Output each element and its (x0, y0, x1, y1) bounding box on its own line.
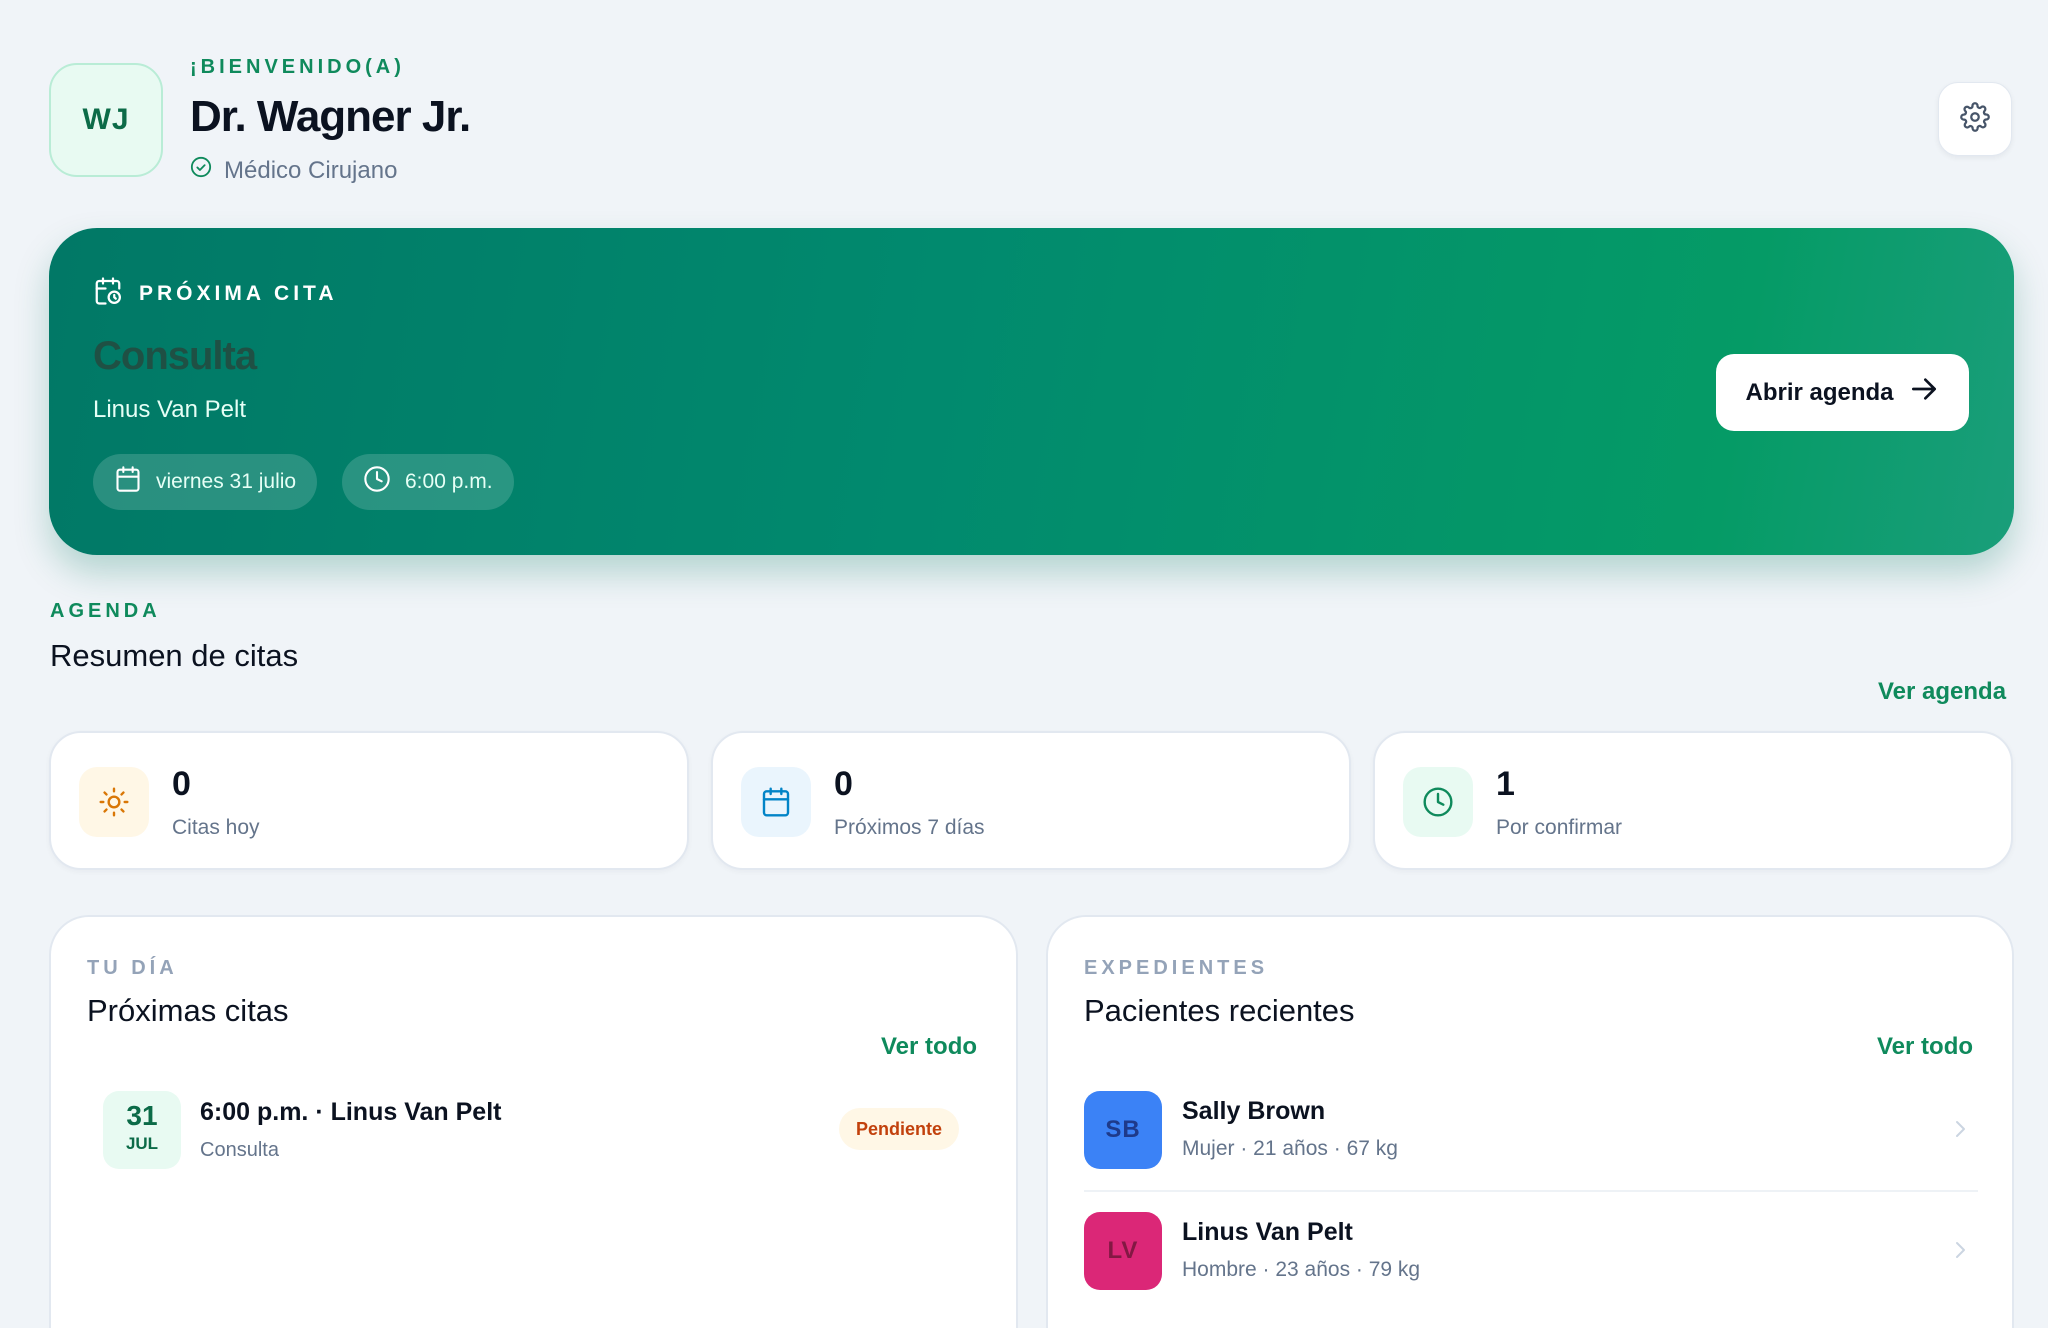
appointment-date: viernes 31 julio (156, 470, 297, 493)
day-section-title: Próximas citas (87, 993, 289, 1028)
day-section-label: TU DÍA (87, 957, 178, 979)
patient-meta: Mujer · 21 años · 67 kg (1182, 1137, 1398, 1160)
doctor-role-text: Médico Cirujano (224, 156, 398, 184)
appointment-type: Consulta (93, 334, 257, 378)
welcome-label: ¡BIENVENIDO(A) (190, 56, 405, 78)
patient-avatar: SB (1084, 1091, 1162, 1169)
agenda-section-title: Resumen de citas (50, 638, 299, 673)
next-appointment-header: PRÓXIMA CITA (93, 276, 338, 312)
settings-button[interactable] (1938, 82, 2012, 156)
view-all-patients-link[interactable]: Ver todo (1877, 1033, 1973, 1061)
status-badge: Pendiente (839, 1108, 960, 1150)
doctor-avatar: WJ (49, 63, 163, 177)
patient-list-item[interactable]: LV Linus Van Pelt Hombre · 23 años · 79 … (1084, 1212, 1978, 1328)
open-agenda-label: Abrir agenda (1745, 378, 1894, 406)
next-appointment-card: PRÓXIMA CITA Consulta Linus Van Pelt vie… (49, 228, 2014, 555)
patient-avatar: LV (1084, 1212, 1162, 1290)
stat-value: 0 (834, 765, 853, 803)
appointment-time-chip: 6:00 p.m. (342, 454, 514, 510)
stat-label: Por confirmar (1496, 816, 1623, 839)
stat-card-today[interactable]: 0 Citas hoy (49, 731, 689, 870)
appointment-summary: 6:00 p.m. · Linus Van Pelt (200, 1098, 502, 1126)
chevron-right-icon (1956, 1242, 1965, 1258)
list-divider (1084, 1190, 1978, 1192)
gear-icon (1960, 101, 1990, 137)
upcoming-appointments-panel: TU DÍA Próximas citas Ver todo 31 JUL 6:… (49, 915, 1018, 1328)
agenda-section-label: AGENDA (50, 600, 161, 622)
patient-list-item[interactable]: SB Sally Brown Mujer · 21 años · 67 kg (1084, 1091, 1978, 1211)
appointment-date-tile: 31 JUL (103, 1091, 181, 1169)
arrow-right-icon (1908, 373, 1940, 412)
appointment-date-chip: viernes 31 julio (93, 454, 318, 510)
records-section-title: Pacientes recientes (1084, 993, 1355, 1028)
calendar-icon (114, 465, 142, 499)
next-appointment-label: PRÓXIMA CITA (139, 282, 338, 305)
doctor-role: Médico Cirujano (190, 156, 397, 185)
chevron-right-icon (1956, 1121, 1965, 1137)
stat-value: 0 (172, 765, 191, 803)
patient-meta: Hombre · 23 años · 79 kg (1182, 1258, 1421, 1281)
appointment-patient: Linus Van Pelt (93, 396, 246, 423)
calendar-icon (741, 767, 811, 837)
dashboard-page: WJ ¡BIENVENIDO(A) Dr. Wagner Jr. Médico … (0, 0, 2048, 1328)
records-section-label: EXPEDIENTES (1084, 957, 1269, 979)
open-agenda-button[interactable]: Abrir agenda (1716, 354, 1969, 431)
patient-name: Sally Brown (1182, 1097, 1326, 1125)
stat-label: Citas hoy (172, 816, 260, 839)
recent-patients-panel: EXPEDIENTES Pacientes recientes Ver todo… (1046, 915, 2014, 1328)
clock-icon (363, 465, 391, 499)
view-all-appointments-link[interactable]: Ver todo (881, 1033, 977, 1061)
appointment-day: 31 (126, 1100, 158, 1131)
stat-card-next-7-days[interactable]: 0 Próximos 7 días (711, 731, 1351, 870)
stat-value: 1 (1496, 765, 1515, 803)
stat-label: Próximos 7 días (834, 816, 985, 839)
patient-name: Linus Van Pelt (1182, 1218, 1353, 1246)
doctor-name: Dr. Wagner Jr. (190, 92, 471, 141)
sun-icon (79, 767, 149, 837)
appointment-time: 6:00 p.m. (405, 470, 493, 493)
verified-check-icon (190, 156, 212, 185)
clock-icon (1403, 767, 1473, 837)
calendar-clock-icon (93, 276, 123, 312)
appointment-type: Consulta (200, 1139, 279, 1161)
appointment-month: JUL (125, 1134, 159, 1153)
stat-card-to-confirm[interactable]: 1 Por confirmar (1373, 731, 2013, 870)
view-agenda-link[interactable]: Ver agenda (1878, 678, 2006, 706)
